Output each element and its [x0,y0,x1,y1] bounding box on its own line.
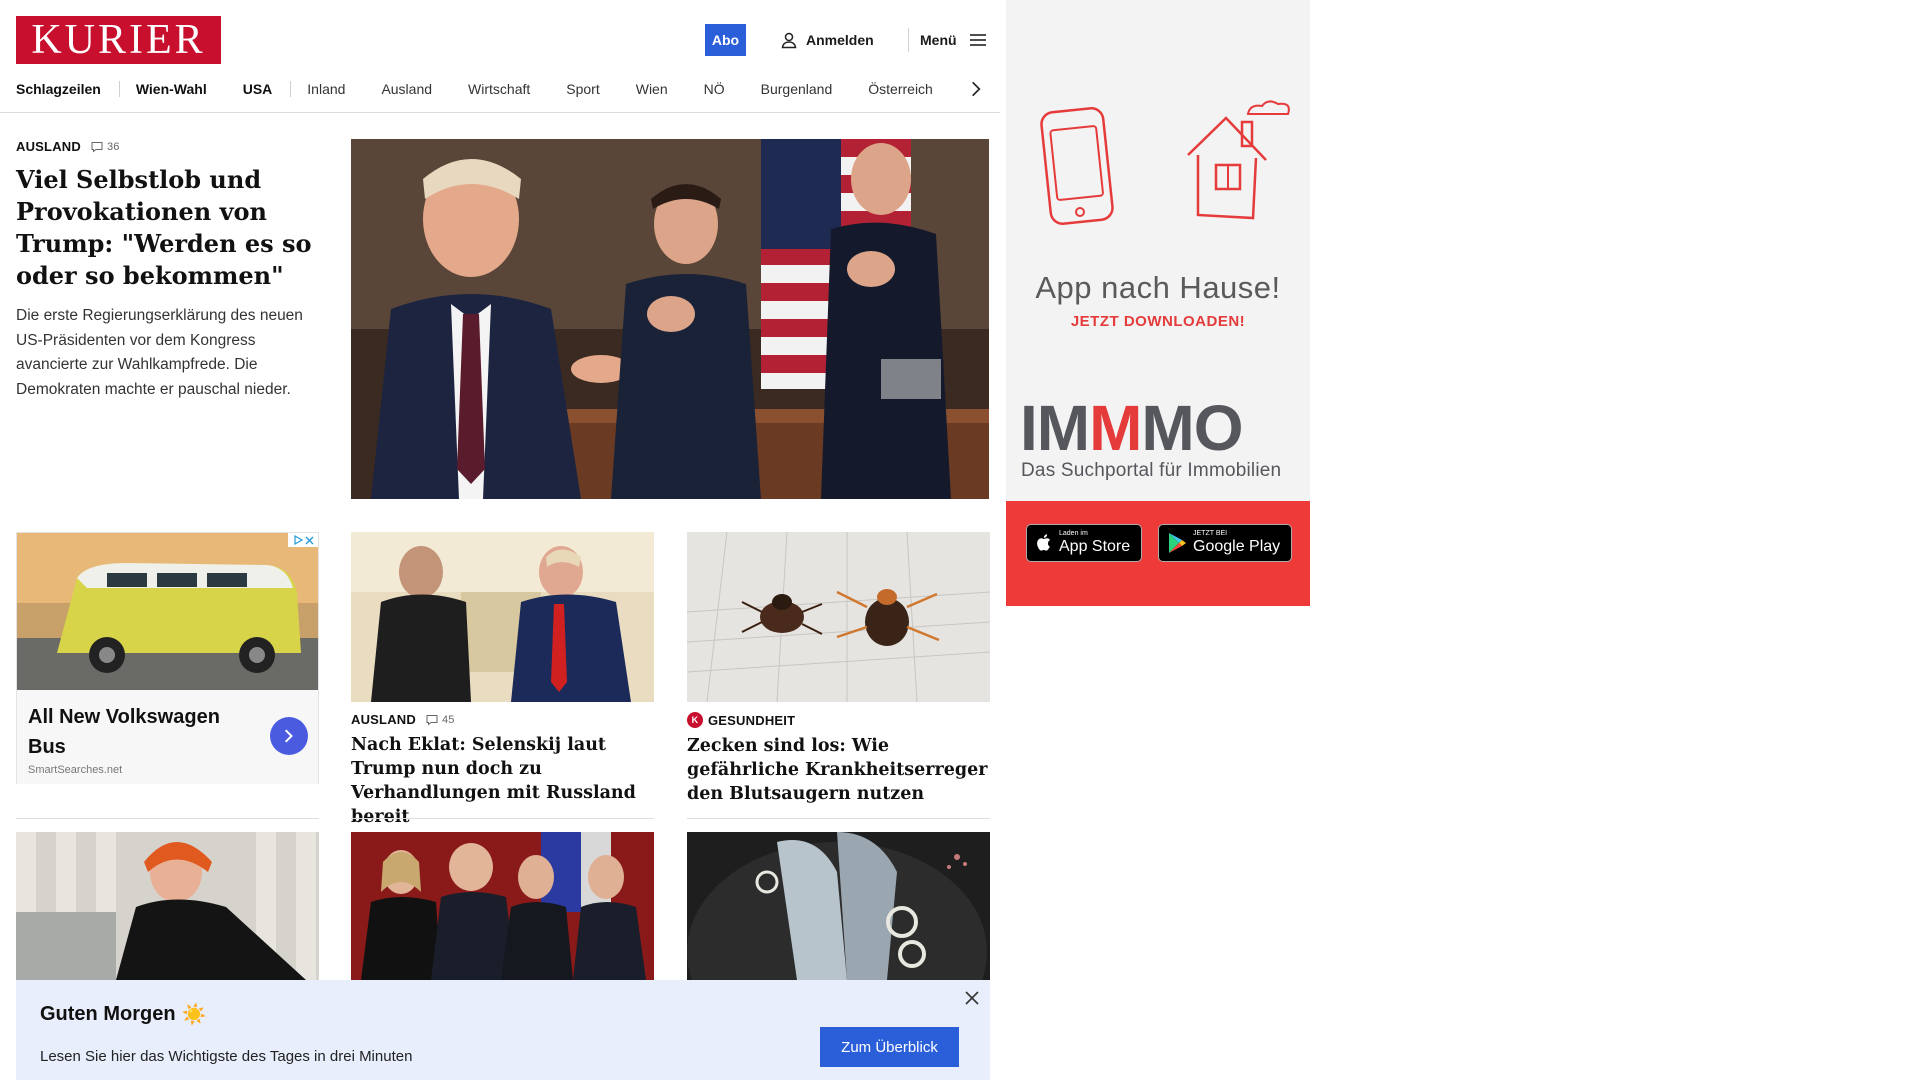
article-headline[interactable]: Zecken sind los: Wie gefährliche Krankhe… [687,734,990,806]
app-store-big: App Store [1059,538,1131,555]
article-category: AUSLAND [351,712,416,727]
app-store-small: Laden im [1059,530,1088,537]
lead-kicker: AUSLAND 36 [16,139,316,154]
article-headline[interactable]: Nach Eklat: Selenskij laut Trump nun doc… [351,733,654,829]
login-label: Anmelden [806,32,874,48]
comment-icon [426,714,438,726]
immmo-logo: IMMMO [1020,396,1244,460]
close-icon[interactable] [964,990,980,1006]
login-button[interactable]: Anmelden [780,28,874,52]
promo-cta[interactable]: JETZT DOWNLOADEN! [1006,313,1310,330]
chevron-right-icon[interactable] [966,77,986,101]
chevron-right-icon [284,729,293,743]
nav-item-wirtschaft[interactable]: Wirtschaft [468,81,530,97]
hamburger-icon [969,34,986,46]
lead-story[interactable]: AUSLAND 36 Viel Selbstlob und Provokatio… [16,139,316,402]
comment-count-value: 36 [106,140,120,153]
nav-item-noe[interactable]: NÖ [704,81,725,97]
lead-teaser: Die erste Regierungserklärung des neuen … [16,307,303,398]
article-kicker: K GESUNDHEIT [687,712,990,728]
article-card[interactable]: K GESUNDHEIT Zecken sind los: Wie gefähr… [687,532,990,806]
nav-item-schlagzeilen[interactable]: Schlagzeilen [16,81,101,97]
comment-count[interactable]: 45 [426,714,455,726]
ad-source: SmartSearches.net [28,764,123,776]
sponsored-ad[interactable]: All New Volkswagen Bus SmartSearches.net [16,532,319,784]
morning-briefing-banner: Guten Morgen ☀️ Lesen Sie hier das Wicht… [16,980,990,1080]
article-image[interactable] [351,832,654,980]
user-icon [781,32,797,49]
menu-label: Menü [920,32,957,48]
ad-image[interactable] [17,533,318,690]
app-store-badge[interactable]: Laden im App Store [1026,524,1142,562]
ad-title[interactable]: All New Volkswagen Bus [28,702,238,762]
nav-item-sport[interactable]: Sport [566,81,599,97]
kurier-logo[interactable]: KURIER [16,16,221,64]
house-icon [1187,100,1290,220]
nav-item-burgenland[interactable]: Burgenland [761,81,833,97]
site-header: KURIER Abo Anmelden Menü Schlagzeilen Wi… [0,0,1000,113]
article-category: GESUNDHEIT [708,712,796,728]
article-image[interactable] [687,832,990,980]
smartphone-icon [1040,107,1114,225]
nav-item-wien-wahl[interactable]: Wien-Wahl [136,81,207,97]
nav-divider [290,81,292,97]
main-column: KURIER Abo Anmelden Menü Schlagzeilen Wi… [0,0,1000,1080]
comment-count-value: 45 [441,713,455,726]
google-play-icon [1169,533,1186,553]
lead-image[interactable] [351,139,989,499]
nav-item-wien[interactable]: Wien [636,81,668,97]
immmo-logo-part: IM [1020,392,1090,464]
lead-headline[interactable]: Viel Selbstlob und Provokationen von Tru… [16,164,316,292]
immmo-app-promo[interactable]: App nach Hause! JETZT DOWNLOADEN! IMMMO … [1006,0,1310,606]
header-divider [908,28,909,52]
article-image[interactable] [16,832,319,980]
article-image[interactable] [351,532,654,702]
google-play-big: Google Play [1193,538,1281,555]
banner-subtitle: Lesen Sie hier das Wichtigste des Tages … [40,1048,413,1065]
lead-category: AUSLAND [16,139,81,154]
nav-item-ausland[interactable]: Ausland [381,81,432,97]
nav-item-usa[interactable]: USA [243,81,273,97]
nav-item-inland[interactable]: Inland [307,81,345,97]
banner-title-text: Guten Morgen [40,1003,176,1025]
apple-icon [1037,534,1050,551]
abo-button[interactable]: Abo [705,24,746,56]
google-play-text: JETZT BEI Google Play [1193,530,1280,556]
article-card[interactable]: AUSLAND 45 Nach Eklat: Selenskij laut Tr… [351,532,654,829]
article-image[interactable] [687,532,990,702]
nav-item-oesterreich[interactable]: Österreich [868,81,933,97]
card-divider [351,818,654,819]
app-store-text: Laden im App Store [1059,530,1130,556]
overview-button[interactable]: Zum Überblick [820,1027,959,1067]
card-divider [687,818,990,819]
promo-headline: App nach Hause! [1035,270,1281,305]
nav-divider [118,81,120,97]
google-play-small: JETZT BEI [1193,530,1228,537]
comment-icon [91,141,103,153]
immmo-logo-part: M [1089,392,1142,464]
card-divider [16,818,319,819]
banner-title: Guten Morgen ☀️ [40,1002,206,1027]
immmo-logo-part: MO [1141,392,1243,464]
immmo-tagline: Das Suchportal für Immobilien [1021,460,1282,481]
article-kicker: AUSLAND 45 [351,712,654,727]
ad-open-button[interactable] [270,717,308,755]
kurier-plus-badge-icon: K [687,712,703,728]
comment-count[interactable]: 36 [91,141,120,153]
menu-button[interactable]: Menü [920,28,987,52]
google-play-badge[interactable]: JETZT BEI Google Play [1158,524,1292,562]
adchoices-icon[interactable] [288,533,318,547]
sun-icon: ☀️ [181,1004,207,1026]
section-nav: Schlagzeilen Wien-Wahl USA Inland Auslan… [16,76,996,102]
ad-body: All New Volkswagen Bus SmartSearches.net [17,690,318,784]
